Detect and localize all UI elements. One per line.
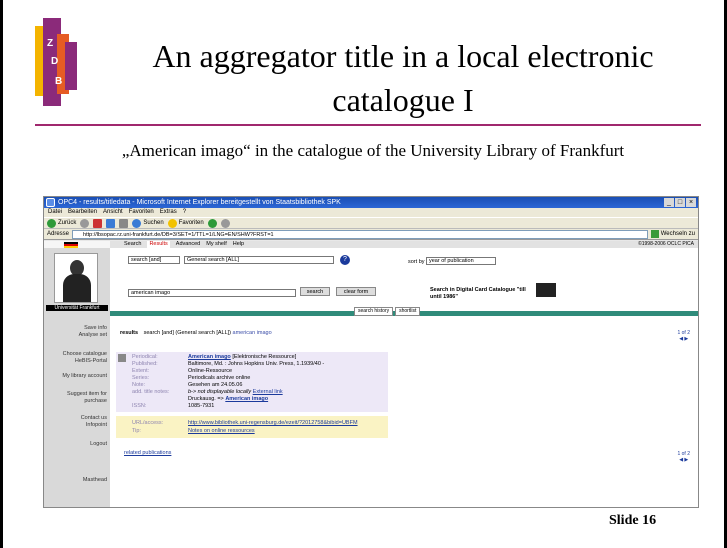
search-icon: [132, 218, 142, 228]
home-icon[interactable]: [119, 218, 129, 228]
svg-text:D: D: [51, 56, 58, 67]
url-field[interactable]: http://lbsopac.rz.uni-frankfurt.de/DB=3/…: [72, 229, 648, 239]
sidebar-analyse-set[interactable]: Analyse set: [44, 332, 107, 339]
pager-top: 1 of 2 ◀ ▶: [677, 330, 690, 342]
go-icon: [650, 230, 659, 238]
menu-ansicht[interactable]: Ansicht: [103, 208, 123, 217]
index-select[interactable]: General search [ALL]: [184, 256, 334, 264]
zdb-logo: Z D B: [35, 18, 77, 106]
sidebar-choose-catalogue[interactable]: Choose catalogue: [44, 351, 107, 358]
opac-sidebar: Universität Frankfurt Save info Analyse …: [44, 241, 110, 507]
menu-bar: Datei Bearbeiten Ansicht Favoriten Extra…: [44, 208, 698, 217]
slide: Z D B An aggregator title in a local ele…: [0, 0, 727, 548]
svg-text:Z: Z: [47, 38, 53, 49]
nav-search[interactable]: Search: [124, 241, 141, 248]
language-flag-icon[interactable]: [64, 242, 78, 248]
nav-advanced[interactable]: Advanced: [176, 241, 200, 248]
opac-nav: Search Results Advanced My shelf Help ©1…: [110, 241, 698, 248]
results-header: results search [and] (General search [AL…: [120, 330, 272, 336]
menu-bearbeiten[interactable]: Bearbeiten: [68, 208, 97, 217]
results-area: results search [and] (General search [AL…: [110, 316, 698, 507]
library-label: Universität Frankfurt: [46, 305, 108, 311]
search-form: search [and] General search [ALL] ? sort…: [110, 249, 698, 311]
window-titlebar: OPC4 - results/titledata - Microsoft Int…: [44, 197, 698, 208]
title-link[interactable]: American imago: [188, 354, 231, 360]
refresh-icon[interactable]: [106, 218, 116, 228]
opac-page: Universität Frankfurt Save info Analyse …: [44, 241, 698, 507]
browser-toolbar: Zurück Suchen Favoriten: [44, 217, 698, 229]
copyright-text: ©1998-2006 OCLC PICA: [638, 241, 694, 247]
back-button[interactable]: Zurück: [47, 218, 76, 228]
window-controls: _ □ ×: [664, 198, 696, 207]
svg-text:B: B: [55, 76, 62, 87]
maximize-icon[interactable]: □: [675, 198, 685, 207]
sort-select[interactable]: year of publication: [426, 257, 496, 265]
slide-title-line1: An aggregator title in a local electroni…: [152, 38, 654, 74]
menu-favoriten[interactable]: Favoriten: [129, 208, 154, 217]
ie-icon: [46, 198, 55, 207]
menu-extras[interactable]: Extras: [160, 208, 177, 217]
menu-help[interactable]: ?: [183, 208, 186, 217]
stop-icon[interactable]: [93, 218, 103, 228]
search-button[interactable]: Suchen: [132, 218, 164, 228]
pager-arrows-icon[interactable]: ◀ ▶: [677, 457, 690, 463]
go-button[interactable]: Wechseln zu: [650, 230, 695, 238]
address-bar: Adresse http://lbsopac.rz.uni-frankfurt.…: [44, 229, 698, 240]
search-input[interactable]: american imago: [128, 289, 296, 297]
related-publications-link[interactable]: related publications: [124, 450, 171, 456]
slide-number: Slide 16: [609, 513, 657, 528]
clear-form-button[interactable]: clear form: [336, 287, 376, 296]
tip-link[interactable]: Notes on online ressources: [188, 428, 255, 434]
nav-my-shelf[interactable]: My shelf: [206, 241, 226, 248]
sidebar-logout[interactable]: Logout: [44, 441, 107, 448]
goethe-portrait: [54, 253, 98, 303]
sidebar-save-info[interactable]: Save info: [44, 325, 107, 332]
sidebar-masthead[interactable]: Masthead: [44, 477, 107, 484]
access-box: URL/access: http://www.bibliothek.uni-re…: [116, 416, 388, 438]
title-divider: [35, 124, 701, 126]
favorites-button[interactable]: Favoriten: [167, 218, 204, 228]
nav-results[interactable]: Results: [147, 241, 170, 248]
pager-bottom: 1 of 2 ◀ ▶: [677, 451, 690, 463]
periodical-icon: [118, 354, 126, 362]
pager-arrows-icon[interactable]: ◀ ▶: [677, 336, 690, 342]
scope-select[interactable]: search [and]: [128, 256, 180, 264]
tab-search-history[interactable]: search history: [354, 307, 394, 316]
sort-by: sort by: [408, 259, 425, 265]
title-record: Periodical: American imago [Elektronisch…: [116, 352, 388, 412]
access-url-link[interactable]: http://www.bibliothek.uni-regensburg.de/…: [188, 420, 358, 426]
star-icon: [167, 218, 177, 228]
menu-datei[interactable]: Datei: [48, 208, 62, 217]
sidebar-library-account[interactable]: My library account: [44, 373, 107, 380]
address-label: Adresse: [47, 231, 70, 237]
card-catalogue-icon[interactable]: [536, 283, 556, 297]
external-link[interactable]: External link: [253, 389, 283, 395]
sidebar-infopoint[interactable]: Infopoint: [44, 422, 107, 429]
sidebar-contact-us[interactable]: Contact us: [44, 415, 107, 422]
help-icon[interactable]: ?: [340, 255, 350, 265]
search-button-opac[interactable]: search: [300, 287, 330, 296]
minimize-icon[interactable]: _: [664, 198, 674, 207]
mail-icon[interactable]: [220, 218, 230, 228]
window-title: OPC4 - results/titledata - Microsoft Int…: [58, 199, 341, 206]
forward-icon[interactable]: [80, 218, 90, 228]
sidebar-hebis-portal[interactable]: HeBIS-Portal: [44, 358, 107, 365]
history-tabs: search history shortlist: [354, 307, 421, 316]
sidebar-suggest-purchase[interactable]: Suggest item for purchase: [44, 391, 107, 405]
slide-subtitle: „American imago“ in the catalogue of the…: [121, 141, 625, 160]
back-icon: [47, 218, 56, 228]
browser-screenshot: OPC4 - results/titledata - Microsoft Int…: [43, 196, 699, 508]
slide-title-line2: catalogue I: [332, 82, 474, 118]
nav-help[interactable]: Help: [233, 241, 244, 248]
tab-shortlist[interactable]: shortlist: [395, 307, 421, 316]
digital-card-catalogue-link[interactable]: Search in Digital Card Catalogue "till u…: [430, 287, 534, 301]
history-icon[interactable]: [207, 218, 217, 228]
close-icon[interactable]: ×: [686, 198, 696, 207]
print-edition-link[interactable]: American imago: [225, 396, 268, 402]
